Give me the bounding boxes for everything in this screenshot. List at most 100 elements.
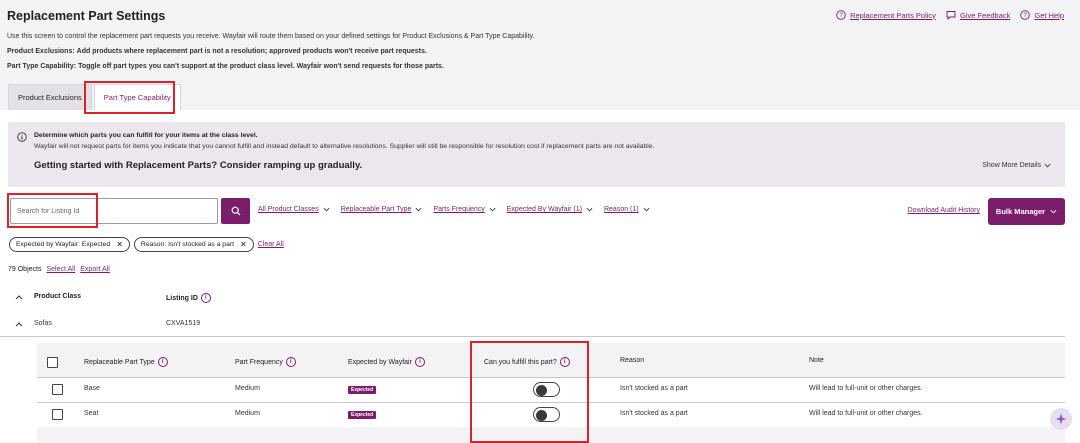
reason-header: Reason	[620, 357, 645, 364]
part-type-header: Replaceable Part Type i	[84, 357, 168, 367]
capability-text: Toggle off part types you can't support …	[78, 63, 444, 70]
status-badge: Expected	[348, 386, 377, 394]
info-banner: Determine which parts you can fulfill fo…	[8, 122, 1065, 187]
expected-header-label: Expected by Wayfair	[348, 358, 412, 366]
filter-label: Expected By Wayfair (1)	[506, 206, 582, 213]
highlight-box-tab	[84, 81, 175, 114]
part-type-cell: Seat	[84, 410, 99, 417]
export-all-link[interactable]: Export All	[80, 266, 110, 273]
info-heading: Determine which parts you can fulfill fo…	[34, 132, 258, 139]
chat-icon	[946, 11, 956, 20]
select-all-link[interactable]: Select All	[46, 266, 75, 273]
filter-parts-frequency[interactable]: Parts Frequency	[433, 206, 496, 213]
part-frequency-header-label: Part Frequency	[235, 358, 283, 366]
chevron-up-icon[interactable]	[15, 295, 23, 300]
sparkle-icon	[1055, 413, 1067, 425]
chevron-down-icon	[643, 207, 650, 212]
object-count: 79 Objects	[8, 266, 42, 273]
filter-part-type[interactable]: Replaceable Part Type	[341, 206, 423, 213]
chip-label: Expected by Wayfair: Expected	[16, 241, 111, 248]
info-icon	[17, 132, 27, 142]
svg-text:?: ?	[1024, 13, 1028, 19]
filter-reason[interactable]: Reason (1)	[604, 206, 650, 213]
chevron-down-icon	[323, 207, 330, 212]
chevron-up-icon[interactable]	[15, 322, 23, 327]
info-icon[interactable]: i	[285, 357, 296, 367]
listing-id-cell: CXVA1519	[166, 320, 201, 327]
assistant-button[interactable]	[1050, 408, 1072, 430]
download-audit-history-link[interactable]: Download Audit History	[908, 207, 980, 214]
search-button[interactable]	[221, 198, 250, 224]
row-checkbox[interactable]	[52, 409, 63, 420]
info-icon[interactable]: i	[200, 293, 211, 303]
info-headline: Getting started with Replacement Parts? …	[34, 160, 363, 171]
filter-label: Replaceable Part Type	[340, 206, 412, 213]
info-icon[interactable]: i	[414, 357, 425, 367]
capability-description: Part Type Capability: Toggle off part ty…	[7, 63, 444, 70]
get-help-link[interactable]: ? Get Help	[1020, 10, 1064, 20]
help-link-label: Get Help	[1034, 10, 1064, 20]
chevron-down-icon	[415, 207, 422, 212]
help-link-label: Replacement Parts Policy	[850, 10, 936, 20]
filter-chip-expected[interactable]: Expected by Wayfair: Expected ✕	[9, 237, 130, 252]
filter-label: All Product Classes	[258, 206, 319, 213]
exclusions-text: Add products where replacement part is n…	[76, 48, 427, 55]
object-count-row: 79 Objects Select All Export All	[8, 266, 110, 273]
help-link-label: Give Feedback	[959, 10, 1011, 20]
table-header: Product Class Listing ID i	[0, 287, 1080, 309]
page-description: Use this screen to control the replaceme…	[7, 33, 535, 40]
highlight-box-fulfill-column	[470, 341, 589, 443]
bulk-manager-button[interactable]: Bulk Manager	[988, 198, 1065, 225]
chevron-down-icon	[1050, 209, 1057, 214]
listing-id-header[interactable]: Listing ID i	[166, 293, 211, 303]
note-header: Note	[809, 357, 824, 364]
part-frequency-header: Part Frequency i	[235, 357, 296, 367]
product-class-header[interactable]: Product Class	[34, 293, 81, 300]
bulk-manager-label: Bulk Manager	[995, 207, 1046, 216]
svg-text:?: ?	[839, 13, 843, 19]
exclusions-description: Product Exclusions: Add products where r…	[7, 48, 427, 55]
note-cell: Will lead to full-unit or other charges.	[809, 410, 923, 417]
replacement-parts-policy-link[interactable]: ? Replacement Parts Policy	[836, 10, 936, 20]
chip-label: Reason: Isn't stocked as a part	[140, 241, 235, 248]
filter-product-classes[interactable]: All Product Classes	[258, 206, 330, 213]
active-filter-chips: Expected by Wayfair: Expected ✕ Reason: I…	[9, 237, 284, 252]
filter-bar: All Product Classes Replaceable Part Typ…	[258, 206, 650, 213]
part-type-header-label: Replaceable Part Type	[84, 358, 155, 366]
reason-cell: Isn't stocked as a part	[620, 410, 688, 417]
clear-all-link[interactable]: Clear All	[258, 241, 284, 248]
table-row[interactable]: Sofas CXVA1519	[0, 313, 1065, 337]
product-class-cell: Sofas	[34, 320, 52, 327]
note-cell: Will lead to full-unit or other charges.	[809, 385, 923, 392]
row-checkbox[interactable]	[52, 384, 63, 395]
close-icon[interactable]: ✕	[240, 240, 247, 249]
tab-product-exclusions[interactable]: Product Exclusions	[8, 84, 92, 110]
search-icon	[231, 206, 240, 216]
filter-expected-by-wayfair[interactable]: Expected By Wayfair (1)	[507, 206, 593, 213]
part-type-cell: Base	[84, 385, 100, 392]
show-more-details-button[interactable]: Show More Details	[982, 162, 1051, 169]
close-icon[interactable]: ✕	[116, 240, 123, 249]
info-icon[interactable]: i	[157, 357, 168, 367]
exclusions-label: Product Exclusions:	[7, 48, 75, 55]
listing-id-header-label: Listing ID	[166, 294, 198, 302]
filter-chip-reason[interactable]: Reason: Isn't stocked as a part ✕	[133, 237, 254, 252]
help-links: ? Replacement Parts Policy Give Feedback…	[836, 10, 1064, 20]
info-text: Wayfair will not request parts for items…	[34, 143, 655, 150]
question-circle-icon: ?	[836, 10, 846, 20]
filter-label: Parts Frequency	[433, 206, 485, 213]
chevron-down-icon	[586, 207, 593, 212]
expected-header: Expected by Wayfair i	[348, 357, 425, 367]
chevron-down-icon	[1044, 163, 1051, 168]
frequency-cell: Medium	[235, 385, 260, 392]
show-more-label: Show More Details	[982, 162, 1041, 169]
give-feedback-link[interactable]: Give Feedback	[946, 10, 1010, 20]
question-circle-icon: ?	[1020, 10, 1031, 20]
reason-cell: Isn't stocked as a part	[620, 385, 688, 392]
select-all-checkbox[interactable]	[47, 357, 58, 368]
filter-label: Reason (1)	[603, 206, 639, 213]
chevron-down-icon	[489, 207, 496, 212]
page-title: Replacement Part Settings	[7, 9, 166, 23]
highlight-box-search	[7, 193, 98, 228]
capability-label: Part Type Capability:	[7, 63, 77, 70]
